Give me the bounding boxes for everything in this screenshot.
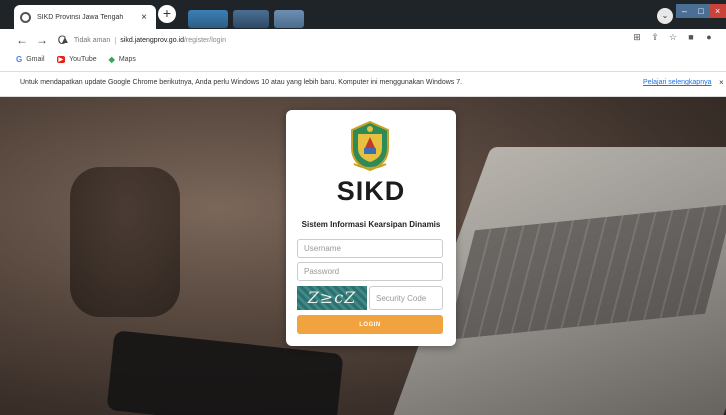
- new-tab-button[interactable]: +: [158, 5, 176, 23]
- tab-close-icon[interactable]: ×: [138, 12, 150, 23]
- forward-icon[interactable]: →: [34, 33, 50, 47]
- app-brand: SIKD: [336, 176, 406, 206]
- google-icon: G: [16, 55, 23, 64]
- youtube-icon: ▶: [56, 56, 66, 63]
- username-input[interactable]: [297, 239, 443, 258]
- background-image: [70, 167, 180, 317]
- divider: |: [114, 35, 117, 45]
- bookmark-youtube[interactable]: ▶ YouTube: [56, 56, 97, 63]
- update-infobar: Untuk mendapatkan update Google Chrome b…: [0, 71, 726, 97]
- close-icon[interactable]: ×: [709, 4, 726, 18]
- browser-toolbar: ← → C ▲ Tidak aman | sikd.jatengprov.go.…: [0, 29, 726, 51]
- maximize-icon[interactable]: □: [692, 4, 710, 18]
- security-code-input[interactable]: [369, 286, 443, 310]
- url-host: sikd.jatengprov.go.id: [120, 36, 184, 44]
- taskbar-thumbnail: [233, 10, 269, 28]
- back-icon[interactable]: ←: [14, 33, 30, 47]
- login-card: SIKD Sistem Informasi Kearsipan Dinamis …: [286, 110, 456, 346]
- star-icon[interactable]: ☆: [668, 32, 678, 43]
- bookmark-label: Gmail: [26, 56, 45, 63]
- maps-icon: ◆: [108, 55, 115, 64]
- window-controls: – □ ×: [676, 4, 726, 18]
- infobar-message: Untuk mendapatkan update Google Chrome b…: [20, 79, 463, 86]
- taskbar-thumbnail: [274, 10, 304, 28]
- login-button[interactable]: LOGIN: [297, 315, 443, 334]
- url-path: /register/login: [183, 36, 227, 44]
- bookmark-gmail[interactable]: G Gmail: [16, 55, 45, 64]
- bookmark-maps[interactable]: ◆ Maps: [109, 55, 136, 64]
- app-subtitle: Sistem Informasi Kearsipan Dinamis: [301, 220, 441, 229]
- browser-tab[interactable]: SIKD Provinsi Jawa Tengah ×: [14, 5, 156, 29]
- login-page: SIKD Sistem Informasi Kearsipan Dinamis …: [0, 97, 726, 415]
- province-emblem-logo: [351, 120, 389, 172]
- captcha-image: Z≥cZ: [297, 286, 367, 310]
- tab-title: SIKD Provinsi Jawa Tengah: [37, 13, 124, 21]
- translate-icon[interactable]: ⊞: [632, 32, 642, 43]
- minimize-icon[interactable]: –: [676, 4, 693, 18]
- close-icon[interactable]: ×: [719, 78, 724, 87]
- globe-icon: [20, 11, 31, 23]
- warning-icon: ▲: [60, 34, 70, 46]
- share-icon[interactable]: ⇪: [650, 32, 660, 43]
- taskbar-thumbnail: [188, 10, 228, 28]
- password-input[interactable]: [297, 262, 443, 281]
- sidebar-icon[interactable]: ■: [686, 32, 696, 43]
- learn-more-link[interactable]: Pelajari selengkapnya: [643, 79, 712, 86]
- chevron-down-icon[interactable]: ⌄: [657, 8, 673, 24]
- toolbar-actions: ⊞ ⇪ ☆ ■ ●: [632, 32, 714, 43]
- profile-icon[interactable]: ●: [704, 32, 714, 43]
- not-secure-label: Tidak aman: [73, 36, 111, 44]
- browser-titlebar: SIKD Provinsi Jawa Tengah × + ⌄ – □ ×: [0, 0, 726, 29]
- bookmark-label: Maps: [118, 56, 136, 63]
- bookmark-label: YouTube: [69, 56, 97, 63]
- bookmarks-bar: G Gmail ▶ YouTube ◆ Maps: [0, 51, 726, 68]
- address-bar[interactable]: ▲ Tidak aman | sikd.jatengprov.go.id /re…: [60, 31, 620, 49]
